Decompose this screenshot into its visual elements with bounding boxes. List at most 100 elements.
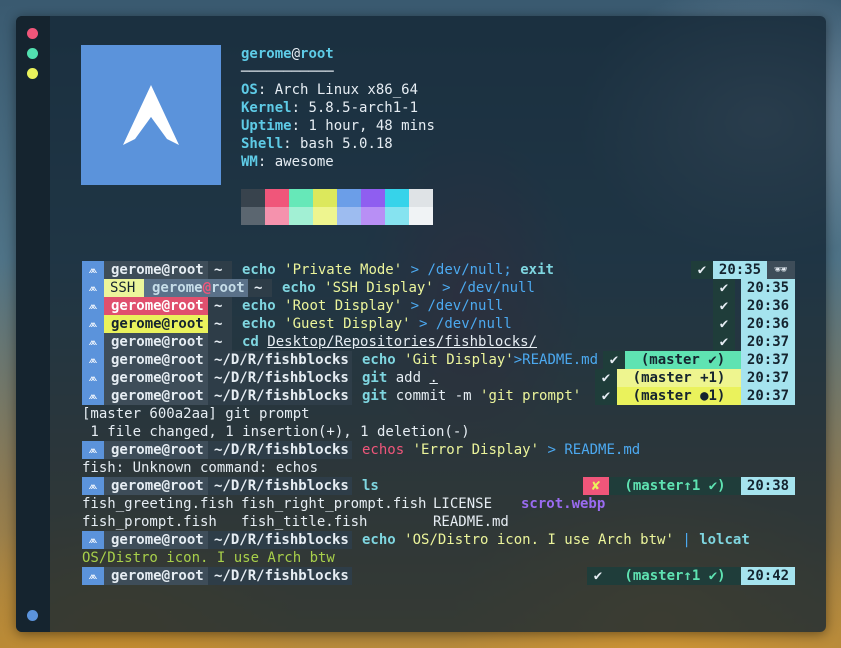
cmd-string: 'git prompt'	[480, 388, 582, 404]
cmd-target: README.md	[564, 442, 641, 458]
file-entry: scrot.webp	[521, 496, 606, 512]
git-status: (master↑1 ✔)	[609, 477, 741, 495]
file-entry: fish_greeting.fish	[82, 496, 234, 512]
cmd-string: 'SSH Display'	[324, 280, 434, 296]
arch-icon: ⩕	[82, 279, 104, 297]
command-text: echos 'Error Display' > README.md	[362, 441, 640, 459]
prompt-time: 20:42	[741, 567, 795, 585]
file-entry: fish_prompt.fish	[82, 514, 217, 530]
cmd-echo: echo	[362, 352, 396, 368]
status-error: ✘	[583, 477, 609, 495]
layout-indicator-icon[interactable]	[27, 610, 38, 621]
command-text: echo 'OS/Distro icon. I use Arch btw' | …	[362, 531, 750, 549]
cmd-ls: ls	[362, 478, 379, 494]
command-text: git commit -m 'git prompt'	[362, 387, 581, 405]
prompt-user: gerome@root	[104, 441, 208, 459]
prompt-line-root: ⩕ gerome@root ~ echo 'Root Display' > /d…	[82, 297, 795, 315]
arch-logo	[81, 45, 221, 185]
ls-output-row: fish_prompt.fish fish_title.fish README.…	[82, 513, 795, 531]
maximize-button[interactable]	[27, 48, 38, 59]
info-key-kernel: Kernel	[241, 100, 292, 116]
cmd-redirect: >	[410, 298, 420, 314]
ssh-host: root	[211, 280, 245, 296]
info-key-os: OS	[241, 82, 258, 98]
prompt-line-lolcat: ⩕ gerome@root ~/D/R/fishblocks echo 'OS/…	[82, 531, 795, 549]
file-entry: LICENSE	[433, 496, 493, 512]
arch-icon: ⩕	[82, 369, 104, 387]
prompt-line-guest: ⩕ gerome@root ~ echo 'Guest Display' > /…	[82, 315, 795, 333]
cmd-redirect: >	[547, 442, 556, 458]
info-key-shell: Shell	[241, 136, 284, 152]
info-value-kernel: 5.8.5-arch1-1	[308, 100, 419, 116]
cmd-target: /dev/null	[427, 298, 504, 314]
prompt-time: 20:36	[741, 315, 795, 333]
cmd-string: 'Private Mode'	[284, 262, 403, 278]
palette-swatch	[289, 189, 313, 207]
prompt-dir: ~	[208, 261, 232, 279]
prompt-line-ls: ⩕ gerome@root ~/D/R/fishblocks ls ✘ (mas…	[82, 477, 795, 495]
cmd-target: /dev/null	[427, 262, 504, 278]
arch-icon: ⩕	[82, 333, 104, 351]
cmd-target: /dev/null	[459, 280, 535, 296]
prompt-dir: ~	[248, 279, 272, 297]
command-text: cd Desktop/Repositories/fishblocks/	[242, 333, 537, 351]
git-status: (master↑1 ✔)	[609, 567, 741, 585]
cmd-echo: echo	[242, 262, 276, 278]
prompt-user: gerome@root	[104, 297, 208, 315]
ssh-badge: SSH	[104, 279, 144, 297]
minimize-button[interactable]	[27, 68, 38, 79]
git-status: (master ✔)	[625, 351, 741, 369]
prompt-dir: ~/D/R/fishblocks	[208, 387, 352, 405]
prompt-line-current: ⩕ gerome@root ~/D/R/fishblocks ✔ (master…	[82, 567, 795, 585]
cmd-echo: echo	[282, 280, 316, 296]
command-text: echo 'Private Mode' > /dev/null; exit	[242, 261, 554, 279]
system-info: gerome@root ─────────── OS: Arch Linux x…	[241, 46, 435, 170]
close-button[interactable]	[27, 28, 38, 39]
palette-swatch	[361, 207, 385, 225]
ssh-at: @	[202, 280, 212, 296]
cmd-arg: .	[429, 370, 438, 386]
output-line: [master 600a2aa] git prompt	[82, 406, 310, 422]
file-entry: README.md	[433, 514, 509, 530]
palette-swatch	[409, 189, 433, 207]
prompt-time: 20:37	[741, 369, 795, 387]
output-line-lolcat: OS/Distro icon. I use Arch btw	[82, 550, 335, 566]
palette-swatch	[241, 189, 265, 207]
prompt-dir: ~/D/R/fishblocks	[208, 567, 352, 585]
ls-output-row: fish_greeting.fish fish_right_prompt.fis…	[82, 495, 795, 513]
prompt-time: 20:35	[713, 261, 767, 279]
cmd-string: 'Error Display'	[412, 442, 540, 458]
prompt-dir: ~/D/R/fishblocks	[208, 477, 352, 495]
output-line: 1 file changed, 1 insertion(+), 1 deleti…	[82, 424, 470, 440]
command-text: echo 'SSH Display' > /dev/null	[282, 279, 535, 297]
arch-logo-icon	[123, 85, 179, 145]
cmd-target: /dev/null	[435, 316, 512, 332]
prompt-line-git-add: ⩕ gerome@root ~/D/R/fishblocks git add .…	[82, 369, 795, 387]
prompt-line-private: ⩕ gerome@root ~ echo 'Private Mode' > /d…	[82, 261, 795, 279]
palette-swatch	[289, 207, 313, 225]
cmd-echo: echo	[362, 532, 396, 548]
incognito-icon: 🕶	[767, 261, 795, 279]
palette-swatch	[385, 189, 409, 207]
command-text: echo 'Root Display' > /dev/null	[242, 297, 503, 315]
prompt-time: 20:35	[741, 279, 795, 297]
arch-icon: ⩕	[82, 297, 104, 315]
terminal-window[interactable]: gerome@root ─────────── OS: Arch Linux x…	[16, 16, 826, 632]
window-titlebar	[16, 16, 50, 632]
prompt-dir: ~	[208, 297, 232, 315]
palette-swatch	[265, 189, 289, 207]
status-ok: ✔	[595, 369, 617, 387]
cmd-redirect: >	[442, 280, 451, 296]
prompt-dir: ~/D/R/fishblocks	[208, 369, 352, 387]
info-rule: ───────────	[241, 64, 334, 80]
cmd-string: 'Git Display'	[404, 352, 514, 368]
prompt-user: gerome@root	[104, 261, 208, 279]
prompt-time: 20:37	[741, 333, 795, 351]
output-line: fish: Unknown command: echos	[82, 460, 319, 476]
prompt-user: gerome@root	[104, 531, 208, 549]
status-ok: ✔	[713, 315, 735, 333]
arch-icon: ⩕	[82, 567, 104, 585]
info-user: gerome	[241, 46, 292, 62]
prompt-time: 20:37	[741, 351, 795, 369]
status-ok: ✔	[587, 567, 609, 585]
